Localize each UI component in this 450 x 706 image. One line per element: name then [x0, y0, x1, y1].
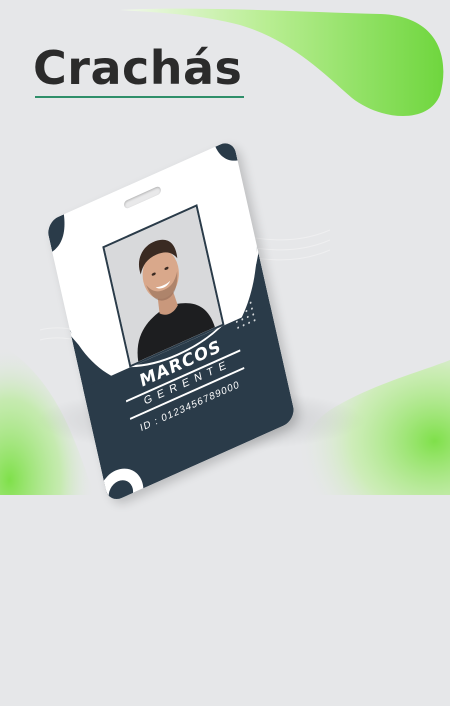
- page-title: Crachás: [33, 41, 243, 95]
- title-underline: [35, 96, 244, 98]
